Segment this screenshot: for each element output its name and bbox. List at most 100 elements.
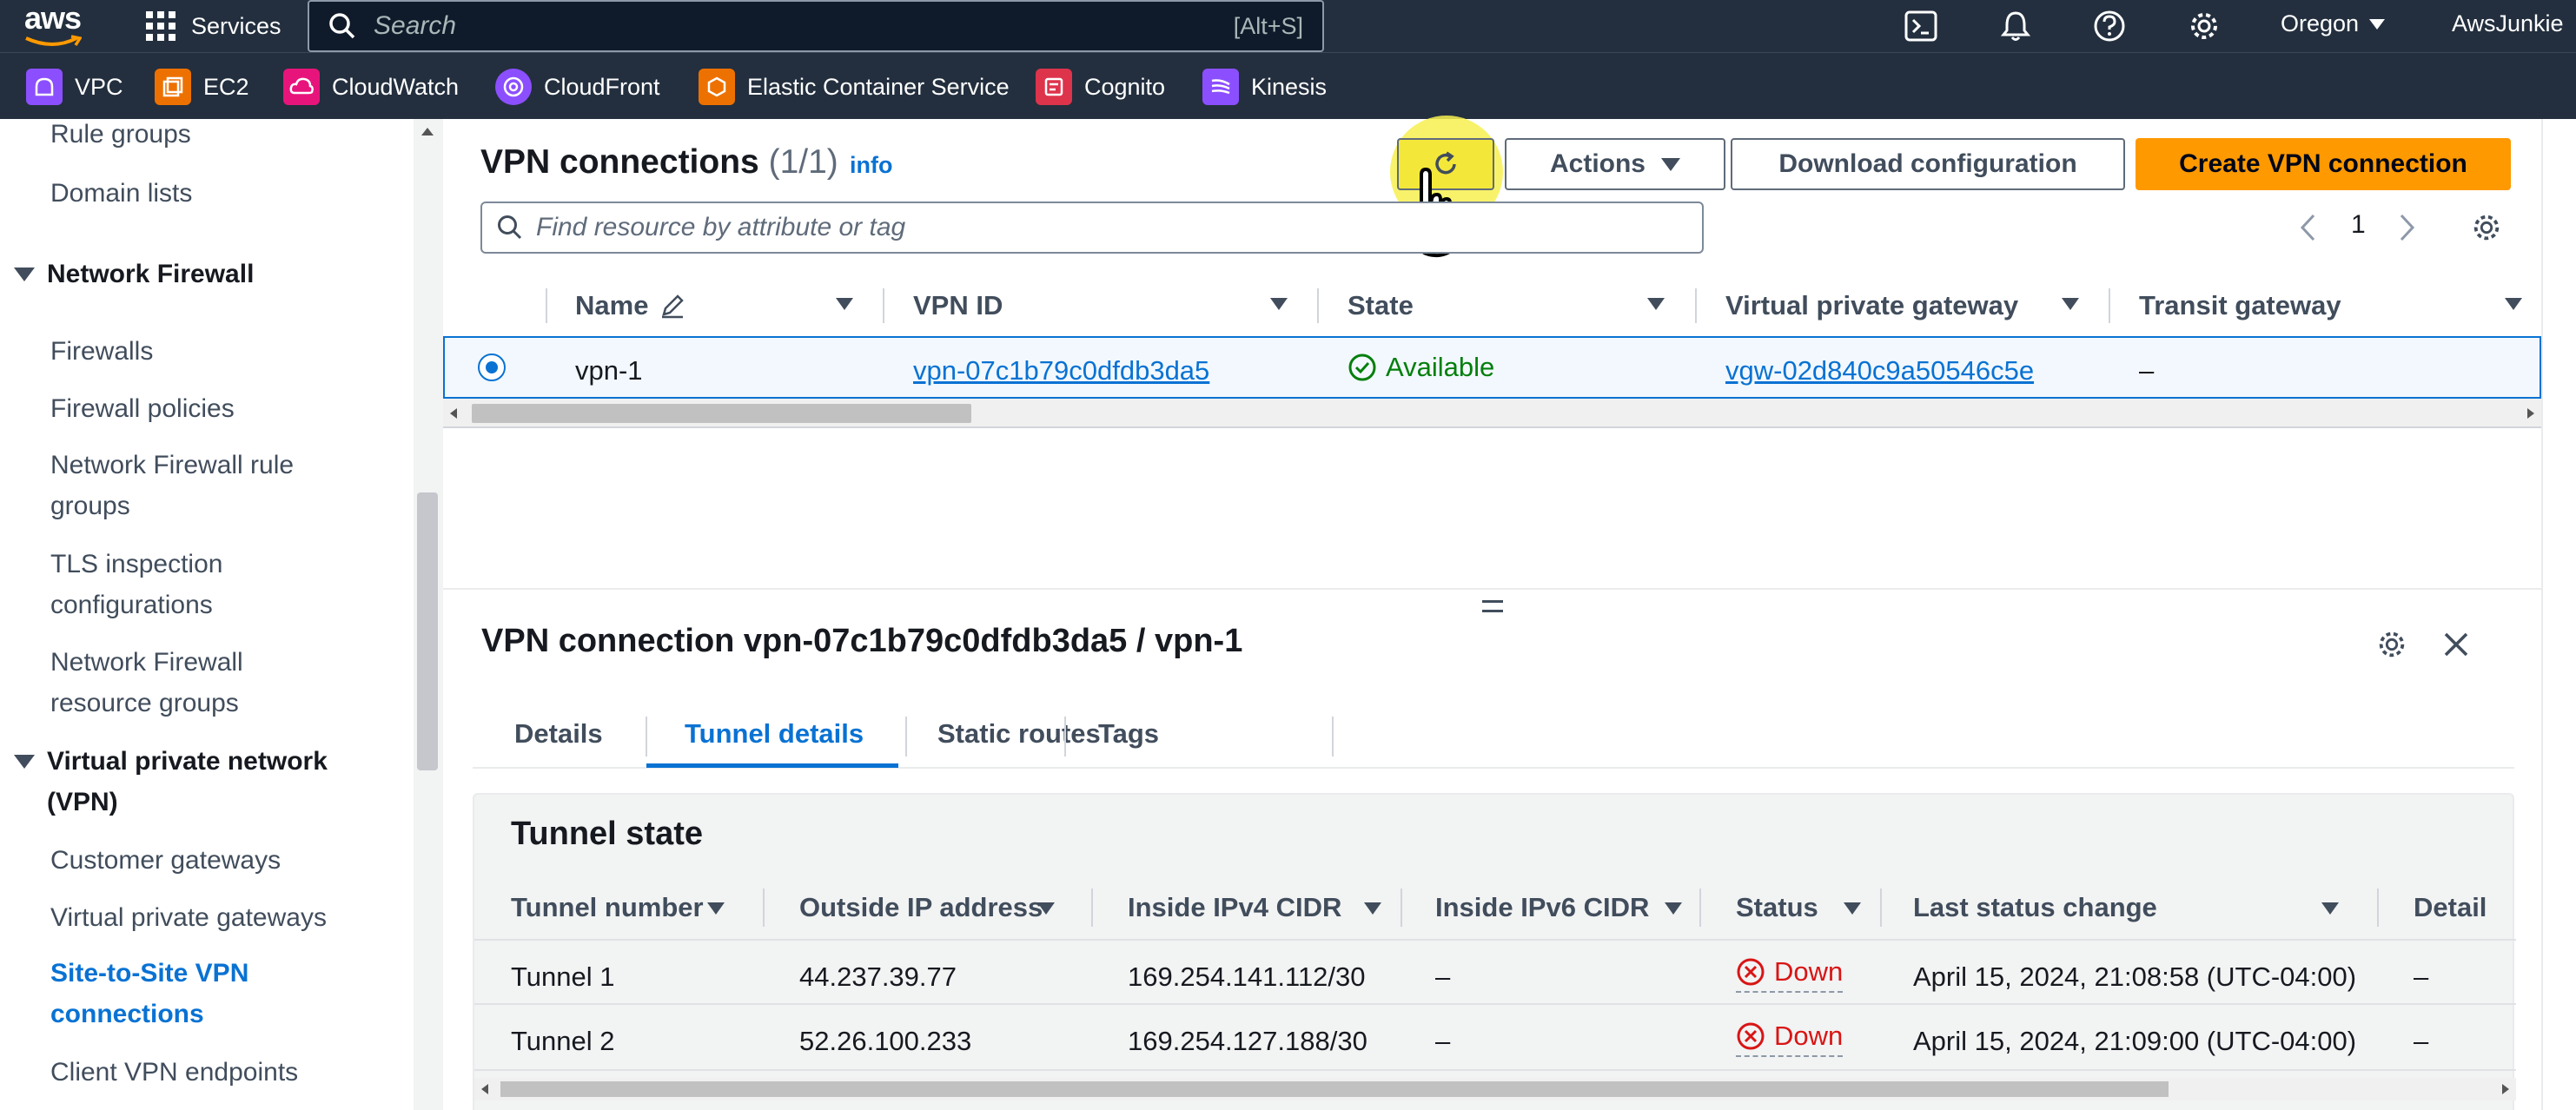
column-header-virtual-private-gateway[interactable]: Virtual private gateway <box>1725 275 2018 336</box>
vgw-link[interactable]: vgw-02d840c9a50546c5e <box>1725 355 2034 387</box>
column-separator <box>1880 889 1882 927</box>
scrollbar-thumb[interactable] <box>417 492 438 770</box>
create-vpn-connection-button[interactable]: Create VPN connection <box>2136 138 2511 190</box>
sort-caret-icon[interactable] <box>1647 298 1665 310</box>
vpn-id-link[interactable]: vpn-07c1b79c0dfdb3da5 <box>913 355 1209 387</box>
status-down-badge[interactable]: Down <box>1736 956 1844 993</box>
info-link[interactable]: info <box>850 152 892 179</box>
scroll-left-arrow-icon[interactable] <box>448 406 459 420</box>
column-header-last-status-change[interactable]: Last status change <box>1913 892 2157 923</box>
column-header-name[interactable]: Name <box>575 275 686 336</box>
scroll-left-arrow-icon[interactable] <box>480 1082 490 1096</box>
scrollbar-thumb[interactable] <box>472 404 971 423</box>
active-tab-indicator <box>646 763 898 768</box>
cloudshell-icon[interactable] <box>1904 10 1937 42</box>
status-down-badge[interactable]: Down <box>1736 1021 1844 1057</box>
sort-caret-icon[interactable] <box>1037 902 1055 915</box>
favorite-cloudfront[interactable]: CloudFront <box>495 69 660 105</box>
cloudfront-icon <box>495 69 532 105</box>
scroll-right-arrow-icon[interactable] <box>2526 406 2536 420</box>
aws-logo[interactable]: aws <box>24 0 85 52</box>
column-header-transit-gateway[interactable]: Transit gateway <box>2139 275 2341 336</box>
actions-button[interactable]: Actions <box>1505 138 1725 190</box>
table-horizontal-scrollbar[interactable] <box>443 399 2541 428</box>
column-header-vpn-id[interactable]: VPN ID <box>913 275 1003 336</box>
cell-transit-gateway: – <box>2139 355 2155 386</box>
sidebar-section-vpn[interactable]: Virtual private network (VPN) <box>14 741 361 823</box>
favorite-kinesis[interactable]: Kinesis <box>1202 69 1327 105</box>
sort-caret-icon[interactable] <box>1844 902 1861 915</box>
previous-page-icon[interactable] <box>2298 213 2319 242</box>
right-utility-strip <box>2541 119 2576 1110</box>
status-label: Down <box>1774 1021 1844 1051</box>
chevron-down-icon <box>2369 18 2386 30</box>
sort-caret-icon[interactable] <box>2062 298 2079 310</box>
next-page-icon[interactable] <box>2396 213 2417 242</box>
sidebar-item-tls-inspection[interactable]: TLS inspection configurations <box>50 544 276 625</box>
column-separator <box>1401 889 1402 927</box>
sidebar-item-domain-lists[interactable]: Domain lists <box>50 173 381 214</box>
aws-smile-icon <box>25 35 82 46</box>
column-header-inside-ipv4[interactable]: Inside IPv4 CIDR <box>1128 892 1341 923</box>
sort-caret-icon[interactable] <box>707 902 725 915</box>
sidebar-item-firewall-policies[interactable]: Firewall policies <box>50 388 381 429</box>
sidebar-scrollbar[interactable] <box>414 119 441 1110</box>
column-header-status[interactable]: Status <box>1736 892 1818 923</box>
tab-static-routes[interactable]: Static routes <box>937 718 1101 750</box>
favorite-label: Elastic Container Service <box>747 73 1010 100</box>
sort-caret-icon[interactable] <box>2505 298 2522 310</box>
page-number[interactable]: 1 <box>2351 210 2366 240</box>
sort-caret-icon[interactable] <box>1270 298 1288 310</box>
sort-caret-icon[interactable] <box>836 298 853 310</box>
notifications-bell-icon[interactable] <box>1998 9 2033 43</box>
column-header-inside-ipv6[interactable]: Inside IPv6 CIDR <box>1435 892 1649 923</box>
column-separator <box>2109 288 2110 323</box>
panel-preferences-gear-icon[interactable] <box>2375 628 2408 661</box>
settings-gear-icon[interactable] <box>2187 9 2222 43</box>
favorite-ecs[interactable]: Elastic Container Service <box>699 69 1010 105</box>
column-header-tunnel-number[interactable]: Tunnel number <box>511 892 704 923</box>
column-header-outside-ip[interactable]: Outside IP address <box>799 892 1043 923</box>
global-search-input[interactable]: Search [Alt+S] <box>308 0 1324 52</box>
cell-tunnel-number: Tunnel 2 <box>511 1026 615 1056</box>
favorite-ec2[interactable]: EC2 <box>155 69 249 105</box>
scroll-up-arrow-icon[interactable] <box>421 128 434 135</box>
row-select-radio[interactable] <box>478 353 506 381</box>
region-selector[interactable]: Oregon <box>2281 10 2386 37</box>
filter-input[interactable]: Find resource by attribute or tag <box>480 202 1704 254</box>
favorite-cognito[interactable]: Cognito <box>1036 69 1165 105</box>
favorite-cloudwatch[interactable]: CloudWatch <box>283 69 459 105</box>
sidebar-item-client-vpn-endpoints[interactable]: Client VPN endpoints <box>50 1052 381 1093</box>
favorites-bar: VPC EC2 CloudWatch CloudFront Elastic Co… <box>0 52 2576 119</box>
table-preferences-gear-icon[interactable] <box>2470 211 2503 244</box>
column-separator <box>1699 889 1701 927</box>
tab-details[interactable]: Details <box>514 718 603 750</box>
sidebar-item-firewalls[interactable]: Firewalls <box>50 331 381 372</box>
sidebar-item-virtual-private-gateways[interactable]: Virtual private gateways <box>50 897 381 938</box>
account-menu[interactable]: AwsJunkie <box>2452 10 2564 37</box>
help-icon[interactable] <box>2092 9 2127 43</box>
tunnel-table-horizontal-scrollbar[interactable] <box>474 1078 2516 1100</box>
sidebar-item-rule-groups[interactable]: Rule groups <box>50 119 381 155</box>
sidebar-section-label: Virtual private network (VPN) <box>47 747 328 816</box>
tab-tags[interactable]: Tags <box>1098 718 1159 750</box>
column-header-state[interactable]: State <box>1348 275 1414 336</box>
sidebar-item-site-to-site-vpn[interactable]: Site-to-Site VPN connections <box>50 953 294 1034</box>
sidebar-item-network-firewall-rule-groups[interactable]: Network Firewall rule groups <box>50 445 337 526</box>
sidebar-section-network-firewall[interactable]: Network Firewall <box>14 254 379 294</box>
services-menu-button[interactable]: Services <box>146 7 281 45</box>
download-configuration-button[interactable]: Download configuration <box>1731 138 2125 190</box>
scrollbar-thumb[interactable] <box>500 1081 2169 1097</box>
tab-tunnel-details[interactable]: Tunnel details <box>685 718 864 750</box>
close-icon[interactable] <box>2441 630 2471 659</box>
favorite-vpc[interactable]: VPC <box>26 69 123 105</box>
sort-caret-icon[interactable] <box>1364 902 1381 915</box>
sort-caret-icon[interactable] <box>1665 902 1682 915</box>
sidebar-item-resource-groups[interactable]: Network Firewall resource groups <box>50 642 285 723</box>
favorite-label: EC2 <box>203 73 249 100</box>
scroll-right-arrow-icon[interactable] <box>2500 1082 2511 1096</box>
sort-caret-icon[interactable] <box>2321 902 2339 915</box>
sidebar-item-customer-gateways[interactable]: Customer gateways <box>50 840 381 881</box>
column-header-detail[interactable]: Detail <box>2414 892 2487 923</box>
split-panel-resize-handle[interactable] <box>1482 600 1503 612</box>
